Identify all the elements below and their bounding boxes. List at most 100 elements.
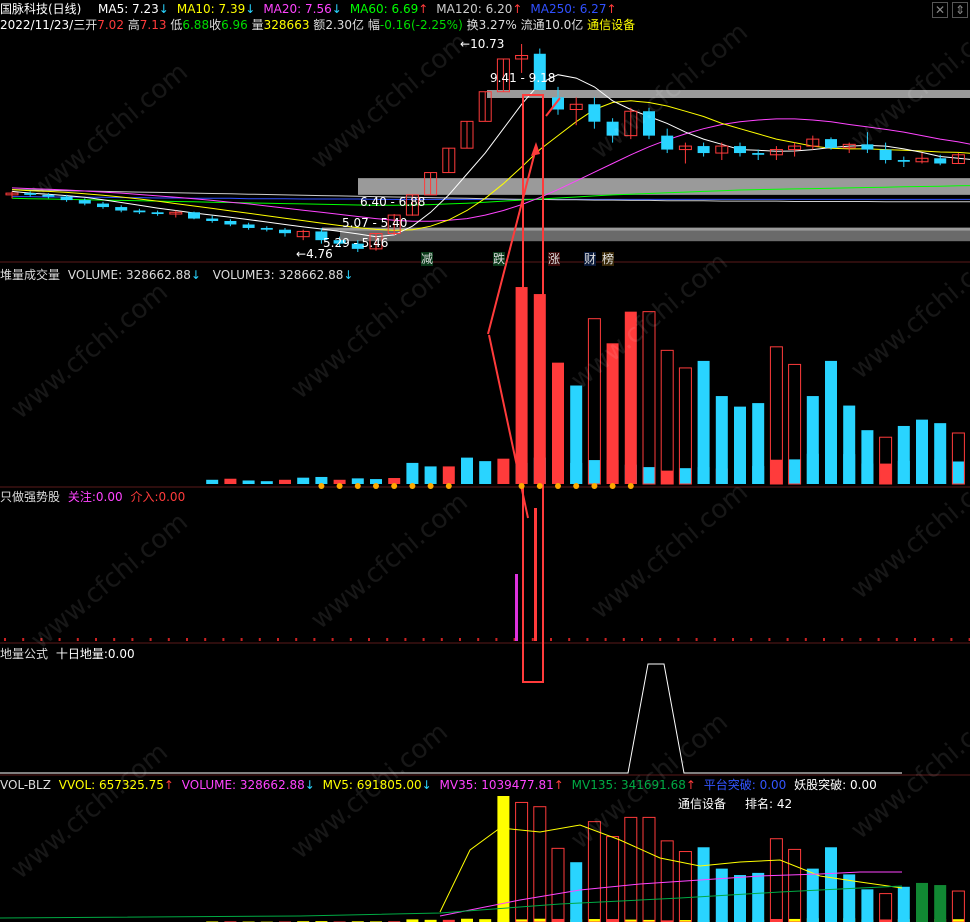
strong-enter-value: 0.00 [158,490,186,504]
volume-bar [897,425,910,484]
restore-icon[interactable]: ⇕ [952,2,968,18]
amount-value: 2.30亿 [325,18,365,32]
volume-bar [570,385,583,484]
candle-body [752,153,765,155]
baseline-dot [677,638,680,641]
volblz-vvol-arrow: ↑ [163,778,174,792]
baseline-dot [368,638,370,641]
watermark-text: www.cfchi.com [25,507,194,655]
watermark-text: www.cfchi.com [845,237,970,385]
ma20-line [11,118,970,222]
candle-body [188,212,200,219]
vol-panel-header: 堆量成交量 VOLUME: 328662.88↓ VOLUME3: 328662… [0,268,353,282]
candle-body [115,207,128,211]
volume-bar [406,462,419,484]
baseline-dot [167,638,170,641]
baseline-dot [932,638,935,641]
volume-bar [661,470,674,484]
ma-legend-item: MA5: 7.23↓ [98,2,169,16]
blz-bar [642,816,656,922]
volume-bar [315,476,328,484]
signal-rise: 涨 [548,252,561,266]
volume-bar [297,477,310,484]
blz-bar [806,868,819,922]
candle-body [224,220,237,225]
close-value: 6.96 [221,18,248,32]
volume-bar [660,349,674,485]
watermark-text: www.cfchi.com [845,697,970,845]
close-icon[interactable]: ✕ [932,2,948,18]
float-value: 10.0亿 [544,18,584,32]
watermark-text: www.cfchi.com [5,737,174,885]
open-value: 7.02 [97,18,124,32]
volblz-mv5: MV5: 691805.00 [322,778,422,792]
high-value: 7.13 [139,18,167,32]
baseline-dot [113,638,116,641]
strong-panel-header: 只做强势股 关注:0.00 介入:0.00 [0,490,185,504]
candle-body [206,218,219,221]
baseline-dot [386,638,389,641]
volume-bar [643,467,655,484]
signal-fall: 跌 [493,252,506,266]
baseline-dot [240,638,243,641]
baseline-dot [349,638,352,641]
volume-marker [373,483,379,489]
blz-bar [752,872,765,922]
candle-body [260,227,273,230]
blz-bar [897,886,910,922]
baseline-dot [568,638,571,641]
baseline-dot [440,638,443,641]
baseline-dot [204,638,207,641]
baseline-dot [586,638,589,641]
baseline-dot [641,638,643,641]
baseline-dot [550,638,552,641]
volblz-mv35-arrow: ↑ [553,778,564,792]
chg-value: -0.16(-2.25%) [379,18,463,32]
volume-bar [461,457,473,484]
candle-body [151,212,164,215]
baseline-dot [4,638,6,641]
baseline-dot [841,638,844,641]
ma-legend-item: MA20: 7.56↓ [263,2,342,16]
baseline-dot [149,638,152,641]
volume-bar [424,466,437,484]
candle-body [133,210,146,213]
low-label: 低 [170,18,183,32]
amount-label: 额 [313,18,326,32]
volblz-mv135-arrow: ↑ [685,778,696,792]
ma-legend-arrow: ↑ [418,2,429,16]
dl-ten-day-value: 0.00 [107,647,135,661]
baseline-dot [295,638,298,641]
volume-bar [479,461,492,484]
baseline-dot [459,638,461,641]
baseline-dot [404,638,407,641]
header-quote: 2022/11/23/三开7.02 高7.13 低6.88收6.96 量3286… [0,18,635,32]
baseline-dot [877,638,880,641]
blz-bar [879,893,893,922]
header-date: 2022/11/23/三 [0,18,86,32]
watch-spike [515,574,518,641]
dl-ten-day-label: 十日地量: [55,647,108,661]
baseline-dot [186,638,188,641]
blz-bar [861,889,874,922]
vol-volume3-arrow: ↓ [343,268,354,282]
baseline-dot [859,638,862,641]
range-label-4: 5.29 - 5.46 [323,236,389,250]
vol-volume3: VOLUME3: 328662.88 [212,268,344,282]
volblz-vvol: VVOL: 657325.75 [58,778,164,792]
volume-marker [409,483,416,489]
volume-bar [279,479,291,484]
industry-label: 通信设备 [587,18,636,32]
candle-body [588,104,601,122]
volume-marker [445,483,452,489]
turnover-label: 换 [466,18,479,32]
baseline-dot [950,638,953,641]
high-mark-value: 10.73 [470,37,505,51]
blz-bar [697,847,710,922]
volblz-mv35: MV35: 1039477.81 [439,778,554,792]
volume-bar [734,406,746,484]
baseline-dot [804,638,807,641]
vol-volume-arrow: ↓ [190,268,201,282]
range-label-3: 5.07 - 5.40 [342,216,408,230]
enter-spike [534,508,537,641]
